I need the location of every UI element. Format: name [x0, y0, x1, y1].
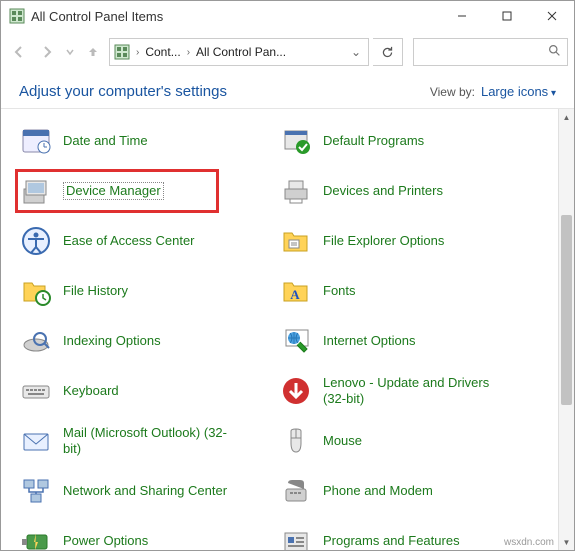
refresh-button[interactable] — [373, 38, 403, 66]
address-dropdown[interactable]: ⌄ — [348, 45, 364, 59]
control-panel-icon — [9, 8, 25, 24]
control-panel-item[interactable]: Network and Sharing Center — [17, 473, 267, 509]
mouse-icon — [279, 424, 313, 458]
item-label: File Explorer Options — [323, 233, 444, 249]
scroll-thumb[interactable] — [561, 215, 572, 405]
control-panel-item[interactable]: Programs and Features — [277, 523, 527, 550]
minimize-button[interactable] — [439, 1, 484, 31]
file-history-icon — [19, 274, 53, 308]
control-panel-item[interactable]: A Fonts — [277, 273, 527, 309]
scroll-up-button[interactable]: ▲ — [559, 109, 574, 125]
control-panel-item[interactable]: Device Manager — [17, 173, 267, 209]
breadcrumb-2[interactable]: All Control Pan... — [196, 45, 286, 59]
window-title: All Control Panel Items — [31, 9, 163, 24]
address-icon — [114, 44, 130, 60]
chevron-icon: › — [134, 47, 141, 58]
breadcrumb-1[interactable]: Cont... — [145, 45, 180, 59]
item-label: Fonts — [323, 283, 356, 299]
network-icon — [19, 474, 53, 508]
control-panel-item[interactable]: File Explorer Options — [277, 223, 527, 259]
item-label: Device Manager — [63, 182, 164, 200]
mail-icon — [19, 424, 53, 458]
back-button[interactable] — [7, 40, 31, 64]
items-grid: Date and Time Default Programs Device Mana… — [1, 109, 574, 550]
control-panel-item[interactable]: Lenovo - Update and Drivers (32-bit) — [277, 373, 527, 409]
item-label: Indexing Options — [63, 333, 161, 349]
item-label: Date and Time — [63, 133, 148, 149]
watermark: wsxdn.com — [504, 537, 554, 548]
item-label: Lenovo - Update and Drivers (32-bit) — [323, 375, 503, 408]
power-icon — [19, 524, 53, 550]
fonts-icon: A — [279, 274, 313, 308]
forward-button[interactable] — [35, 40, 59, 64]
item-label: Mail (Microsoft Outlook) (32-bit) — [63, 425, 243, 458]
item-label: Mouse — [323, 433, 362, 449]
control-panel-item[interactable]: Power Options — [17, 523, 267, 550]
control-panel-item[interactable]: Ease of Access Center — [17, 223, 267, 259]
item-label: Internet Options — [323, 333, 416, 349]
keyboard-icon — [19, 374, 53, 408]
header-row: Adjust your computer's settings View by:… — [1, 73, 574, 109]
control-panel-item[interactable]: Keyboard — [17, 373, 267, 409]
phone-icon — [279, 474, 313, 508]
indexing-icon — [19, 324, 53, 358]
search-input[interactable] — [413, 38, 568, 66]
lenovo-icon — [279, 374, 313, 408]
date-time-icon — [19, 124, 53, 158]
maximize-button[interactable] — [484, 1, 529, 31]
chevron-icon: › — [185, 47, 192, 58]
ease-access-icon — [19, 224, 53, 258]
item-label: File History — [63, 283, 128, 299]
control-panel-item[interactable]: Mouse — [277, 423, 527, 459]
programs-icon — [279, 524, 313, 550]
up-button[interactable] — [81, 40, 105, 64]
titlebar: All Control Panel Items — [1, 1, 574, 31]
scrollbar[interactable]: ▲ ▼ — [558, 109, 574, 550]
scroll-track[interactable] — [559, 125, 574, 534]
scroll-down-button[interactable]: ▼ — [559, 534, 574, 550]
search-icon — [548, 44, 561, 60]
item-label: Devices and Printers — [323, 183, 443, 199]
item-label: Default Programs — [323, 133, 424, 149]
close-button[interactable] — [529, 1, 574, 31]
control-panel-item[interactable]: Mail (Microsoft Outlook) (32-bit) — [17, 423, 267, 459]
recent-dropdown[interactable] — [63, 40, 77, 64]
control-panel-item[interactable]: Date and Time — [17, 123, 267, 159]
item-label: Power Options — [63, 533, 148, 549]
control-panel-item[interactable]: Internet Options — [277, 323, 527, 359]
page-title: Adjust your computer's settings — [19, 83, 227, 100]
item-label: Phone and Modem — [323, 483, 433, 499]
item-label: Keyboard — [63, 383, 119, 399]
control-panel-item[interactable]: Devices and Printers — [277, 173, 527, 209]
svg-text:A: A — [290, 287, 300, 302]
viewby-dropdown[interactable]: Large icons — [481, 84, 556, 99]
default-programs-icon — [279, 124, 313, 158]
internet-icon — [279, 324, 313, 358]
device-manager-icon — [19, 174, 53, 208]
viewby-label: View by: — [430, 85, 475, 99]
item-label: Network and Sharing Center — [63, 483, 227, 499]
navbar: › Cont... › All Control Pan... ⌄ — [1, 31, 574, 73]
control-panel-item[interactable]: Phone and Modem — [277, 473, 527, 509]
file-explorer-icon — [279, 224, 313, 258]
control-panel-item[interactable]: Default Programs — [277, 123, 527, 159]
devices-printers-icon — [279, 174, 313, 208]
item-label: Ease of Access Center — [63, 233, 195, 249]
content-area: Date and Time Default Programs Device Mana… — [1, 109, 574, 550]
item-label: Programs and Features — [323, 533, 460, 549]
address-bar[interactable]: › Cont... › All Control Pan... ⌄ — [109, 38, 369, 66]
control-panel-item[interactable]: Indexing Options — [17, 323, 267, 359]
control-panel-item[interactable]: File History — [17, 273, 267, 309]
